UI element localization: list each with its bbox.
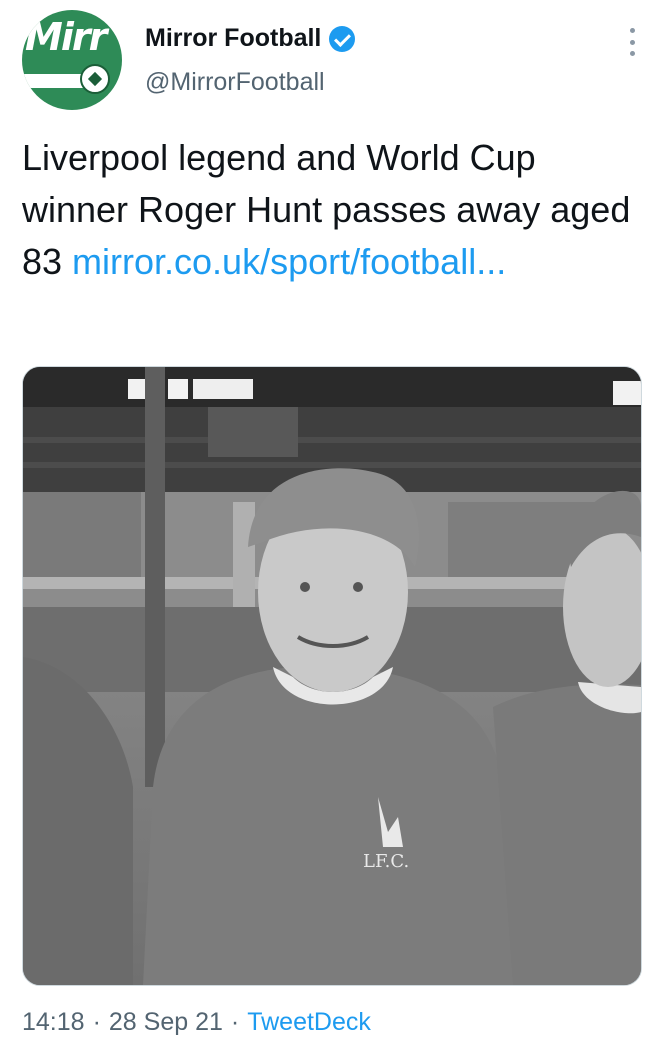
more-options-icon[interactable]: [628, 28, 636, 56]
photo-illustration: LF.C.: [23, 367, 641, 985]
tweet-header: Mirr Mirror Football @MirrorFootball: [22, 10, 642, 110]
avatar[interactable]: Mirr: [22, 10, 122, 110]
tweet-date[interactable]: 28 Sep 21: [109, 1008, 223, 1037]
svg-text:LF.C.: LF.C.: [363, 851, 409, 872]
tweet-time[interactable]: 14:18: [22, 1008, 85, 1037]
avatar-logo-text: Mirr: [25, 15, 107, 59]
verified-badge-icon: [329, 25, 356, 52]
football-icon: [80, 64, 110, 94]
tweet-text: Liverpool legend and World Cup winner Ro…: [22, 132, 642, 288]
display-name[interactable]: Mirror Football: [145, 24, 321, 53]
user-handle[interactable]: @MirrorFootball: [145, 68, 325, 97]
tweet-link[interactable]: mirror.co.uk/sport/football...: [72, 241, 506, 282]
meta-separator: ·: [230, 1008, 240, 1036]
meta-separator: ·: [92, 1008, 101, 1036]
tweet-photo[interactable]: LF.C.: [22, 366, 642, 986]
tweet-source-link[interactable]: TweetDeck: [247, 1008, 371, 1037]
tweet-meta: 14:18 · 28 Sep 21 · TweetDeck: [22, 1008, 371, 1037]
name-row: Mirror Football: [145, 24, 356, 53]
